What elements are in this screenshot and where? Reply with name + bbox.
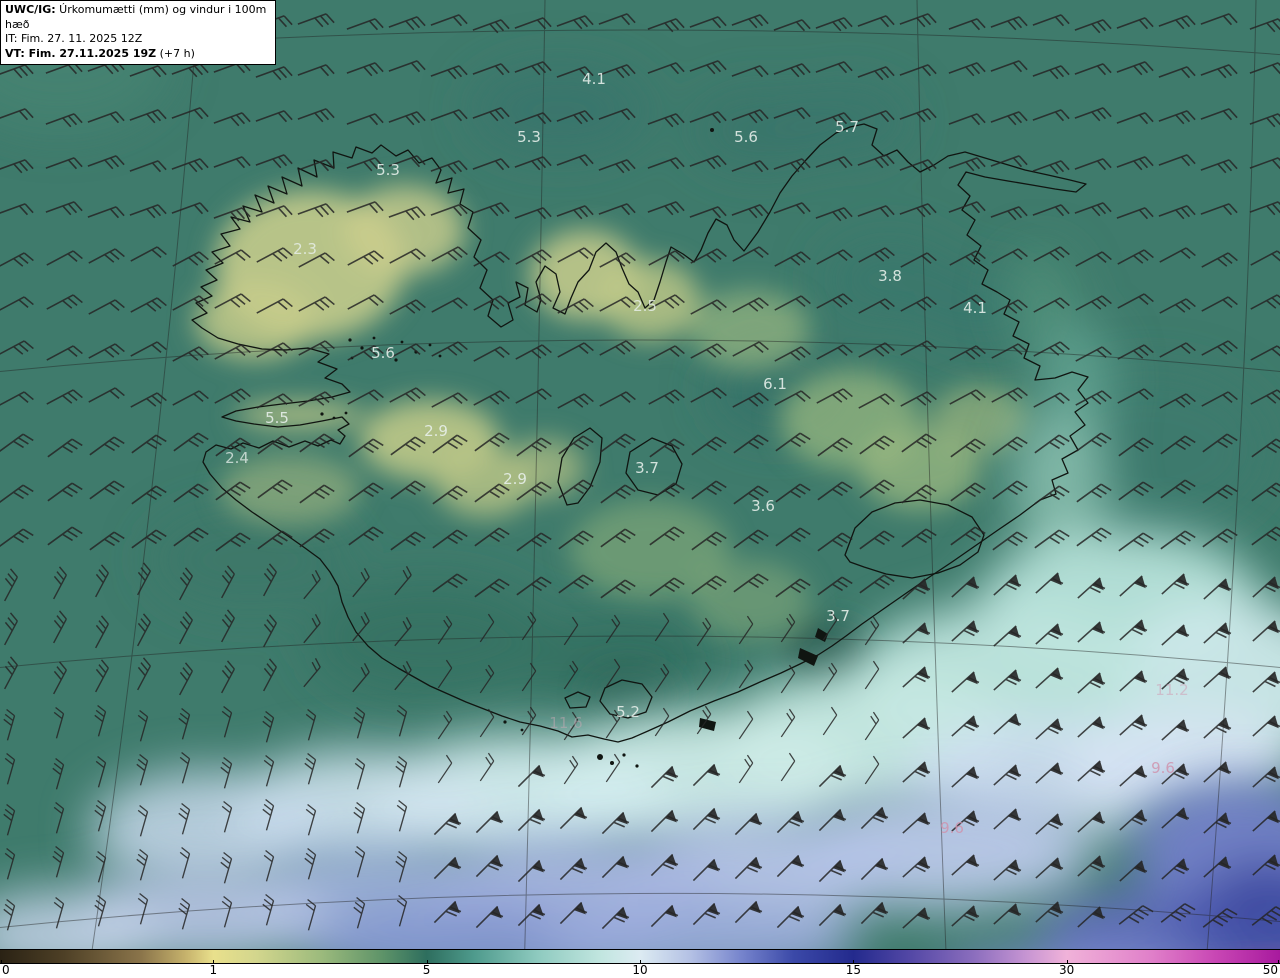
valid-time: VT: Fim. 27.11.2025 19Z — [5, 46, 157, 60]
weather-map-frame: 4.1 5.3 5.6 5.3 5.7 2.3 3.8 4.1 2.5 5.6 6.1 5.5 2.9 2… — [0, 0, 1280, 978]
title-box: UWC/IG: Úrkomumætti (mm) og vindur i 100… — [0, 0, 276, 66]
title-line-product: UWC/IG: Úrkomumætti (mm) og vindur i 100… — [5, 3, 271, 32]
colorbar-tick-label: 30 — [1058, 963, 1075, 977]
map-canvas — [0, 0, 1280, 949]
product-code: UWC/IG: — [5, 3, 56, 16]
colorbar-tick-label: 5 — [422, 963, 431, 977]
title-line-valid: VT: Fim. 27.11.2025 19Z (+7 h) — [5, 47, 271, 62]
colorbar-tick-label: 1 — [209, 963, 218, 977]
colorbar-tick-label: 10 — [632, 963, 648, 977]
colorbar-tick-label: 15 — [845, 963, 862, 977]
colorbar — [0, 949, 1280, 964]
colorbar-tick-label: 0 — [2, 963, 10, 977]
colorbar-tick-label: 50 — [1262, 963, 1278, 977]
colorbar-labels: 0 1 5 10 15 30 50 — [0, 964, 1280, 978]
valid-offset: (+7 h) — [156, 46, 195, 60]
title-line-init: IT: Fim. 27. 11. 2025 12Z — [5, 32, 271, 47]
init-time: IT: Fim. 27. 11. 2025 12Z — [5, 32, 143, 46]
map-area: 4.1 5.3 5.6 5.3 5.7 2.3 3.8 4.1 2.5 5.6 6.1 5.5 2.9 2… — [0, 0, 1280, 949]
